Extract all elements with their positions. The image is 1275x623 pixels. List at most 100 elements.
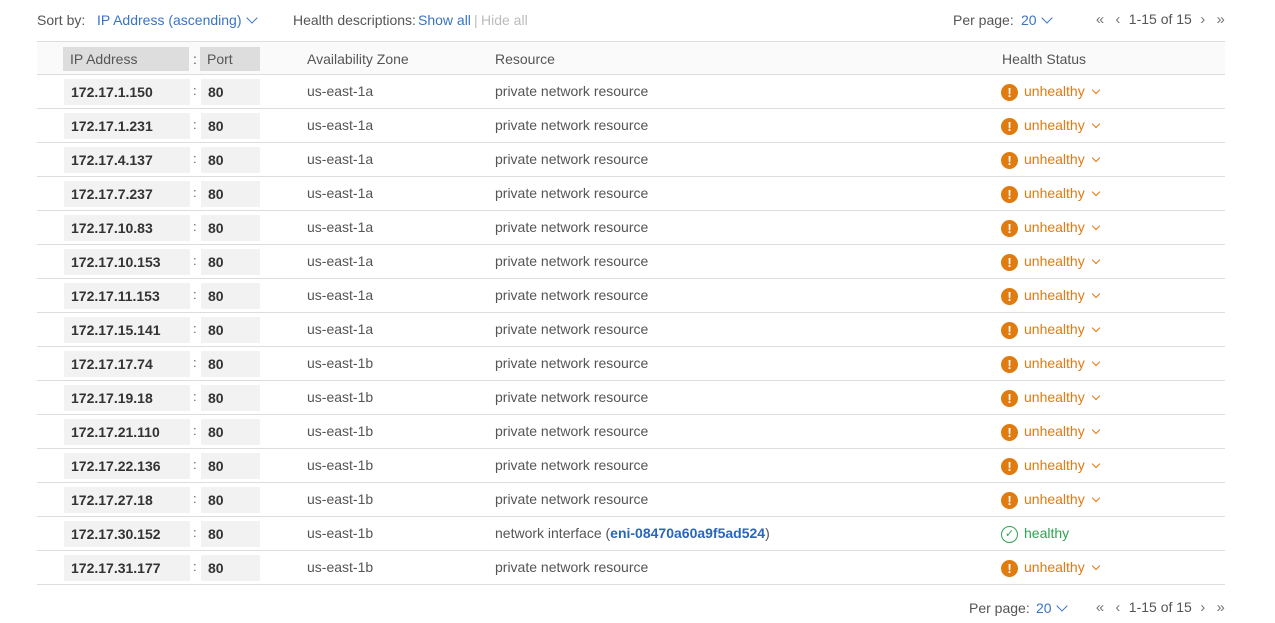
table-row[interactable]: 172.17.10.83:80 us-east-1a private network… [37, 211, 1225, 245]
eni-link[interactable]: eni-08470a60a9f5ad524 [610, 525, 765, 541]
chevron-down-icon [245, 12, 258, 24]
health-status-text: unhealthy [1024, 423, 1085, 439]
table-row[interactable]: 172.17.22.136:80 us-east-1b private networ… [37, 449, 1225, 483]
warning-icon: ! [1001, 559, 1018, 577]
resource-text: private network resource [495, 151, 649, 167]
warning-icon: ! [1001, 423, 1018, 441]
next-page-icon[interactable]: › [1196, 11, 1210, 29]
health-status-text: unhealthy [1024, 83, 1085, 99]
table-row[interactable]: 172.17.19.18:80 us-east-1b private network… [37, 381, 1225, 415]
chevron-down-icon[interactable] [1091, 357, 1100, 367]
chevron-down-icon[interactable] [1091, 391, 1100, 401]
health-status[interactable]: ! unhealthy [1001, 320, 1100, 339]
table-row[interactable]: 172.17.27.18:80 us-east-1b private network… [37, 483, 1225, 517]
resource: private network resource [495, 456, 648, 474]
per-page-select[interactable]: 20 [1036, 599, 1068, 617]
chevron-down-icon[interactable] [1091, 85, 1100, 95]
health-status[interactable]: ! unhealthy [1001, 456, 1100, 475]
health-status[interactable]: ! unhealthy [1001, 286, 1100, 305]
first-page-icon[interactable]: « [1093, 11, 1107, 29]
table-row[interactable]: 172.17.7.237:80 us-east-1a private network… [37, 177, 1225, 211]
health-status[interactable]: ! unhealthy [1001, 422, 1100, 441]
table-row[interactable]: 172.17.11.153:80 us-east-1a private networ… [37, 279, 1225, 313]
availability-zone: us-east-1a [307, 185, 374, 201]
header-port[interactable]: Port [200, 47, 260, 71]
header-availability-zone[interactable]: Availability Zone [307, 47, 409, 71]
health-status[interactable]: ! unhealthy [1001, 150, 1100, 169]
ip-address: 172.17.4.137 [64, 147, 190, 173]
table-row[interactable]: 172.17.21.110:80 us-east-1b private networ… [37, 415, 1225, 449]
availability-zone: us-east-1b [307, 559, 374, 575]
table-row[interactable]: 172.17.1.150:80 us-east-1a private network… [37, 75, 1225, 109]
last-page-icon[interactable]: » [1214, 11, 1228, 29]
header-resource[interactable]: Resource [495, 47, 555, 71]
colon-separator: : [193, 321, 197, 336]
resource-text: private network resource [495, 491, 649, 507]
header-ip-address[interactable]: IP Address [63, 47, 189, 71]
health-status[interactable]: ! unhealthy [1001, 354, 1100, 373]
resource: network interface (eni-08470a60a9f5ad524… [495, 524, 770, 542]
chevron-down-icon[interactable] [1091, 119, 1100, 129]
first-page-icon[interactable]: « [1093, 599, 1107, 617]
per-page-select[interactable]: 20 [1021, 11, 1053, 29]
resource: private network resource [495, 82, 648, 100]
ip-address: 172.17.7.237 [64, 181, 190, 207]
chevron-down-icon[interactable] [1091, 323, 1100, 333]
resource-text: private network resource [495, 287, 649, 303]
availability-zone: us-east-1b [307, 423, 374, 439]
health-status-text: unhealthy [1024, 559, 1085, 575]
chevron-down-icon[interactable] [1091, 459, 1100, 469]
resource-text: private network resource [495, 83, 649, 99]
health-status[interactable]: ! unhealthy [1001, 252, 1100, 271]
separator: | [474, 12, 478, 28]
port: 80 [201, 521, 260, 547]
chevron-down-icon[interactable] [1091, 561, 1100, 571]
health-status-text: unhealthy [1024, 491, 1085, 507]
resource-text: network interface ( [495, 525, 611, 541]
chevron-down-icon[interactable] [1091, 255, 1100, 265]
warning-icon: ! [1001, 287, 1018, 305]
table-row[interactable]: 172.17.4.137:80 us-east-1a private network… [37, 143, 1225, 177]
health-status-text: unhealthy [1024, 457, 1085, 473]
chevron-down-icon[interactable] [1091, 425, 1100, 435]
health-status[interactable]: ! unhealthy [1001, 82, 1100, 101]
health-status[interactable]: ! unhealthy [1001, 116, 1100, 135]
health-status[interactable]: ! unhealthy [1001, 218, 1100, 237]
table-row[interactable]: 172.17.15.141:80 us-east-1a private networ… [37, 313, 1225, 347]
table-row[interactable]: 172.17.1.231:80 us-east-1a private network… [37, 109, 1225, 143]
health-status[interactable]: ✓ healthy [1001, 524, 1069, 543]
last-page-icon[interactable]: » [1214, 599, 1228, 617]
health-status[interactable]: ! unhealthy [1001, 388, 1100, 407]
warning-icon: ! [1001, 389, 1018, 407]
resource: private network resource [495, 252, 648, 270]
colon-separator: : [193, 253, 197, 268]
show-all-link[interactable]: Show all [418, 11, 471, 29]
table-row[interactable]: 172.17.30.152:80 us-east-1b network interf… [37, 517, 1225, 551]
prev-page-icon[interactable]: ‹ [1111, 11, 1125, 29]
colon-separator: : [193, 219, 197, 234]
table-row[interactable]: 172.17.31.177:80 us-east-1b private networ… [37, 551, 1225, 585]
colon-separator: : [193, 491, 197, 506]
colon-separator: : [193, 389, 197, 404]
next-page-icon[interactable]: › [1196, 599, 1210, 617]
prev-page-icon[interactable]: ‹ [1111, 599, 1125, 617]
chevron-down-icon[interactable] [1091, 221, 1100, 231]
availability-zone: us-east-1b [307, 525, 374, 541]
warning-icon: ! [1001, 83, 1018, 101]
chevron-down-icon[interactable] [1091, 493, 1100, 503]
table-row[interactable]: 172.17.17.74:80 us-east-1b private network… [37, 347, 1225, 381]
chevron-down-icon[interactable] [1091, 289, 1100, 299]
chevron-down-icon[interactable] [1091, 187, 1100, 197]
resource: private network resource [495, 286, 648, 304]
sort-dropdown[interactable]: IP Address (ascending) [97, 11, 258, 29]
header-health-status[interactable]: Health Status [1002, 47, 1086, 71]
availability-zone: us-east-1b [307, 355, 374, 371]
health-status[interactable]: ! unhealthy [1001, 558, 1100, 577]
health-status[interactable]: ! unhealthy [1001, 490, 1100, 509]
health-status-text: unhealthy [1024, 185, 1085, 201]
chevron-down-icon[interactable] [1091, 153, 1100, 163]
table-row[interactable]: 172.17.10.153:80 us-east-1a private networ… [37, 245, 1225, 279]
health-status[interactable]: ! unhealthy [1001, 184, 1100, 203]
health-status-text: healthy [1024, 525, 1070, 541]
hide-all-link[interactable]: Hide all [481, 11, 528, 29]
